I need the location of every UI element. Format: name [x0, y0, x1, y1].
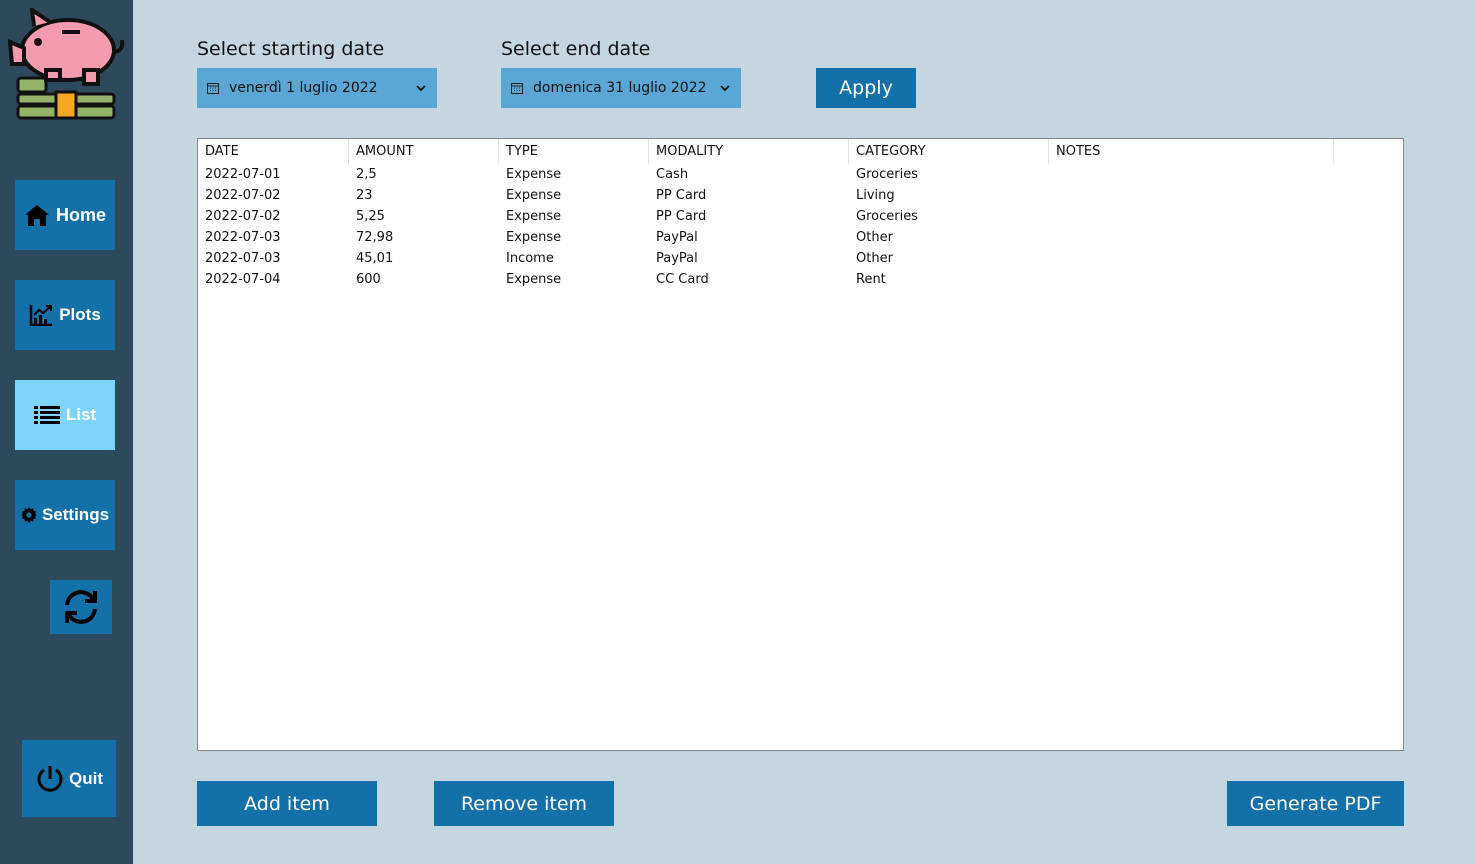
- column-header-type[interactable]: TYPE: [499, 139, 649, 164]
- cell-amount: 5,25: [356, 209, 385, 224]
- cell-date: 2022-07-02: [205, 188, 281, 203]
- sidebar-item-label: Home: [55, 204, 106, 225]
- chevron-down-icon: [720, 85, 730, 92]
- column-header-notes[interactable]: NOTES: [1049, 139, 1334, 164]
- table-row[interactable]: 2022-07-01 2,5 Expense Cash Groceries: [198, 164, 1334, 185]
- add-item-button[interactable]: Add item: [197, 781, 377, 826]
- cell-notes: [1049, 227, 1334, 248]
- column-header-date[interactable]: DATE: [198, 139, 349, 164]
- remove-item-button[interactable]: Remove item: [434, 781, 614, 826]
- cell-type: Expense: [506, 230, 562, 245]
- chart-icon: [29, 305, 53, 326]
- transactions-table[interactable]: DATE AMOUNT TYPE MODALITY CATEGORY NOTES…: [197, 138, 1404, 751]
- sidebar-item-label: Settings: [41, 505, 110, 524]
- column-header-amount[interactable]: AMOUNT: [349, 139, 499, 164]
- cell-amount: 600: [356, 272, 381, 287]
- cell-date: 2022-07-02: [205, 209, 281, 224]
- cell-modality: PP Card: [656, 188, 707, 203]
- table-row[interactable]: 2022-07-04 600 Expense CC Card Rent: [198, 269, 1334, 290]
- refresh-button[interactable]: [50, 580, 112, 634]
- end-date-value: domenica 31 luglio 2022: [533, 80, 707, 96]
- generate-pdf-button[interactable]: Generate PDF: [1227, 781, 1404, 826]
- cell-modality: PayPal: [656, 251, 698, 266]
- cell-amount: 2,5: [356, 167, 377, 182]
- sidebar-item-list[interactable]: List: [15, 380, 115, 450]
- piggy-bank-logo-icon: [7, 8, 125, 120]
- sidebar: Home Plots List Settings Quit: [0, 0, 133, 864]
- cell-date: 2022-07-01: [205, 167, 281, 182]
- cell-date: 2022-07-04: [205, 272, 281, 287]
- cell-category: Groceries: [856, 167, 918, 182]
- sidebar-item-plots[interactable]: Plots: [15, 280, 115, 350]
- apply-button[interactable]: Apply: [816, 68, 916, 108]
- cell-notes: [1049, 269, 1334, 290]
- sidebar-item-label: Plots: [59, 305, 101, 324]
- cell-date: 2022-07-03: [205, 230, 281, 245]
- cell-category: Other: [856, 251, 893, 266]
- calendar-icon: [511, 83, 523, 94]
- cell-category: Living: [856, 188, 895, 203]
- cell-modality: PP Card: [656, 209, 707, 224]
- sidebar-item-home[interactable]: Home: [15, 180, 115, 250]
- cell-category: Other: [856, 230, 893, 245]
- column-header-category[interactable]: CATEGORY: [849, 139, 1049, 164]
- cell-notes: [1049, 164, 1334, 185]
- cell-date: 2022-07-03: [205, 251, 281, 266]
- cell-category: Groceries: [856, 209, 918, 224]
- table-row[interactable]: 2022-07-02 23 Expense PP Card Living: [198, 185, 1334, 206]
- quit-label: Quit: [69, 768, 103, 788]
- sidebar-item-label: List: [65, 405, 97, 424]
- power-icon: [37, 765, 63, 792]
- quit-button[interactable]: Quit: [22, 740, 116, 817]
- cell-amount: 45,01: [356, 251, 394, 266]
- cell-notes: [1049, 248, 1334, 269]
- cell-type: Expense: [506, 188, 562, 203]
- cell-modality: PayPal: [656, 230, 698, 245]
- table-row[interactable]: 2022-07-02 5,25 Expense PP Card Grocerie…: [198, 206, 1334, 227]
- start-date-value: venerdì 1 luglio 2022: [229, 80, 378, 96]
- table-row[interactable]: 2022-07-03 72,98 Expense PayPal Other: [198, 227, 1334, 248]
- start-date-label: Select starting date: [197, 38, 385, 60]
- cell-modality: CC Card: [656, 272, 709, 287]
- table-row[interactable]: 2022-07-03 45,01 Income PayPal Other: [198, 248, 1334, 269]
- gear-icon: [20, 507, 37, 523]
- chevron-down-icon: [416, 85, 426, 92]
- cell-modality: Cash: [656, 167, 689, 182]
- cell-type: Expense: [506, 272, 562, 287]
- cell-type: Expense: [506, 167, 562, 182]
- end-date-label: Select end date: [501, 38, 651, 60]
- sidebar-item-settings[interactable]: Settings: [15, 480, 115, 550]
- calendar-icon: [207, 83, 219, 94]
- start-date-picker[interactable]: venerdì 1 luglio 2022: [197, 68, 437, 108]
- cell-notes: [1049, 185, 1334, 206]
- cell-category: Rent: [856, 272, 886, 287]
- cell-type: Expense: [506, 209, 562, 224]
- cell-notes: [1049, 206, 1334, 227]
- cell-type: Income: [506, 251, 554, 266]
- refresh-icon: [65, 590, 97, 624]
- end-date-picker[interactable]: domenica 31 luglio 2022: [501, 68, 741, 108]
- cell-amount: 23: [356, 188, 373, 203]
- column-header-modality[interactable]: MODALITY: [649, 139, 849, 164]
- table-body: 2022-07-01 2,5 Expense Cash Groceries 20…: [198, 164, 1334, 290]
- home-icon: [24, 205, 49, 226]
- list-icon: [33, 406, 60, 424]
- table-header: DATE AMOUNT TYPE MODALITY CATEGORY NOTES: [198, 139, 1334, 164]
- cell-amount: 72,98: [356, 230, 394, 245]
